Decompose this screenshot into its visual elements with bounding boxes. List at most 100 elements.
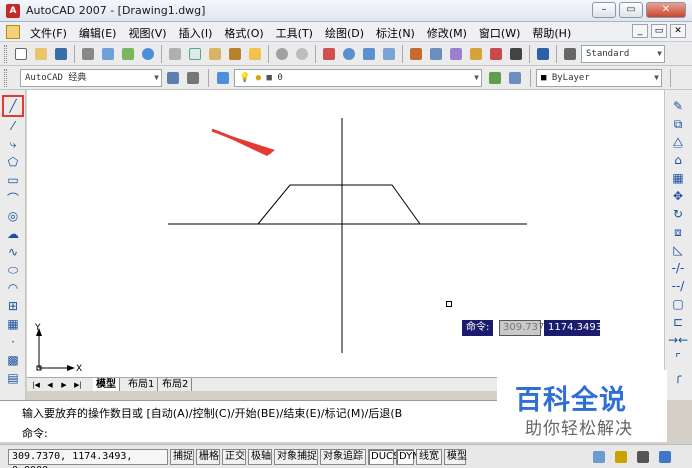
menu-item-5[interactable]: 工具(T): [270, 25, 319, 41]
communication-center-icon[interactable]: [590, 448, 608, 466]
paste-icon[interactable]: [206, 45, 224, 63]
doc-restore-button[interactable]: ▭: [651, 24, 667, 38]
doc-minimize-button[interactable]: _: [632, 24, 648, 38]
hatch-icon[interactable]: ▩: [5, 352, 21, 368]
3d-dwf-icon[interactable]: [139, 45, 157, 63]
fillet-icon[interactable]: ╭: [670, 368, 686, 384]
plot-preview-icon[interactable]: [99, 45, 117, 63]
new-file-icon[interactable]: [12, 45, 30, 63]
status-toggle-9[interactable]: 模型: [444, 449, 467, 465]
zoom-window-icon[interactable]: [360, 45, 378, 63]
tool-palettes-icon[interactable]: [447, 45, 465, 63]
redo-icon[interactable]: [293, 45, 311, 63]
design-center-icon[interactable]: [427, 45, 445, 63]
polygon-icon[interactable]: ⬠: [5, 154, 21, 170]
status-toggle-4[interactable]: 对象捕捉: [274, 449, 318, 465]
status-toggle-8[interactable]: 线宽: [416, 449, 442, 465]
toolbar-grip-2[interactable]: [4, 69, 7, 87]
zoom-previous-icon[interactable]: [380, 45, 398, 63]
construction-line-icon[interactable]: ⁄: [5, 118, 21, 134]
save-icon[interactable]: [52, 45, 70, 63]
first-tab-icon[interactable]: |◀: [31, 380, 41, 390]
prev-tab-icon[interactable]: ◀: [45, 380, 55, 390]
workspace-settings-icon[interactable]: [164, 69, 182, 87]
spline-icon[interactable]: ∿: [5, 244, 21, 260]
menu-item-0[interactable]: 文件(F): [24, 25, 73, 41]
mirror-icon[interactable]: ⧋: [670, 134, 686, 150]
undo-icon[interactable]: [273, 45, 291, 63]
status-toggle-3[interactable]: 极轴: [248, 449, 272, 465]
save-workspace-icon[interactable]: [184, 69, 202, 87]
workspace-select[interactable]: AutoCAD 经典 ▼: [20, 69, 162, 87]
document-icon[interactable]: [6, 25, 20, 39]
open-folder-icon[interactable]: [32, 45, 50, 63]
offset-icon[interactable]: ⌂: [670, 152, 686, 168]
table-icon[interactable]: ▤: [5, 370, 21, 386]
trapezoid-shape[interactable]: [257, 184, 421, 225]
menu-item-1[interactable]: 编辑(E): [73, 25, 123, 41]
text-style-select[interactable]: Standard ▼: [581, 45, 665, 63]
revision-cloud-icon[interactable]: ☁: [5, 226, 21, 242]
status-toggle-2[interactable]: 正交: [222, 449, 246, 465]
doc-close-button[interactable]: ✕: [670, 24, 686, 38]
menu-item-6[interactable]: 绘图(D): [319, 25, 370, 41]
chamfer-icon[interactable]: ⌜: [670, 350, 686, 366]
insert-block-icon[interactable]: ⊞: [5, 298, 21, 314]
color-select[interactable]: ■ ByLayer ▼: [536, 69, 662, 87]
rectangle-icon[interactable]: ▭: [5, 172, 21, 188]
menu-item-3[interactable]: 插入(I): [173, 25, 219, 41]
extend-icon[interactable]: --/: [670, 278, 686, 294]
tab-layout2[interactable]: 布局2: [159, 378, 193, 391]
break-icon[interactable]: ⊏: [670, 314, 686, 330]
autocad-app-icon[interactable]: A: [6, 4, 20, 18]
make-layer-current-icon[interactable]: [486, 69, 504, 87]
status-toggle-1[interactable]: 栅格: [196, 449, 220, 465]
layer-select[interactable]: 💡 ● ■ 0 ▼: [234, 69, 482, 87]
copy-object-icon[interactable]: ⧉: [670, 116, 686, 132]
sheet-set-icon[interactable]: [467, 45, 485, 63]
tab-model[interactable]: 模型: [93, 378, 120, 391]
circle-icon[interactable]: ◎: [5, 208, 21, 224]
coordinate-display[interactable]: 309.7370, 1174.3493, 0.0000: [8, 449, 168, 468]
menu-item-8[interactable]: 修改(M): [421, 25, 473, 41]
help-icon[interactable]: [534, 45, 552, 63]
command-prompt[interactable]: 命令:: [22, 425, 48, 441]
print-icon[interactable]: [79, 45, 97, 63]
array-icon[interactable]: ▦: [670, 170, 686, 186]
menu-item-7[interactable]: 标注(N): [370, 25, 421, 41]
move-icon[interactable]: ✥: [670, 188, 686, 204]
last-tab-icon[interactable]: ▶|: [73, 380, 83, 390]
status-toggle-0[interactable]: 捕捉: [170, 449, 194, 465]
command-window[interactable]: 输入要放弃的操作数目或 [自动(A)/控制(C)/开始(BE)/结束(E)/标记…: [0, 400, 497, 442]
line-tool-icon[interactable]: ╱: [2, 95, 24, 117]
maximize-button[interactable]: ▭: [619, 2, 643, 18]
zoom-realtime-icon[interactable]: [340, 45, 358, 63]
rotate-icon[interactable]: ↻: [670, 206, 686, 222]
lock-icon[interactable]: [612, 448, 630, 466]
point-icon[interactable]: ·: [5, 334, 21, 350]
layer-previous-icon[interactable]: [506, 69, 524, 87]
calculator-icon[interactable]: [507, 45, 525, 63]
layer-properties-icon[interactable]: [214, 69, 232, 87]
status-toggle-7[interactable]: DYN: [396, 449, 420, 465]
next-tab-icon[interactable]: ▶: [59, 380, 69, 390]
menu-item-9[interactable]: 窗口(W): [473, 25, 526, 41]
ellipse-arc-icon[interactable]: ◠: [5, 280, 21, 296]
make-block-icon[interactable]: ▦: [5, 316, 21, 332]
match-properties-icon[interactable]: [226, 45, 244, 63]
scale-icon[interactable]: ⧈: [670, 224, 686, 240]
status-toggle-5[interactable]: 对象追踪: [320, 449, 366, 465]
publish-icon[interactable]: [119, 45, 137, 63]
properties-icon[interactable]: [407, 45, 425, 63]
close-button[interactable]: ✕: [646, 2, 686, 18]
status-toggle-6[interactable]: DUCS: [368, 449, 399, 465]
dynamic-input-x[interactable]: 309.737: [499, 320, 544, 336]
block-editor-icon[interactable]: [246, 45, 264, 63]
minimize-button[interactable]: –: [592, 2, 616, 18]
menu-item-4[interactable]: 格式(O): [218, 25, 269, 41]
tab-layout1[interactable]: 布局1: [125, 378, 159, 391]
menu-item-10[interactable]: 帮助(H): [526, 25, 577, 41]
arc-icon[interactable]: ⌒: [5, 190, 21, 206]
join-icon[interactable]: →←: [668, 332, 688, 348]
copy-icon[interactable]: [186, 45, 204, 63]
